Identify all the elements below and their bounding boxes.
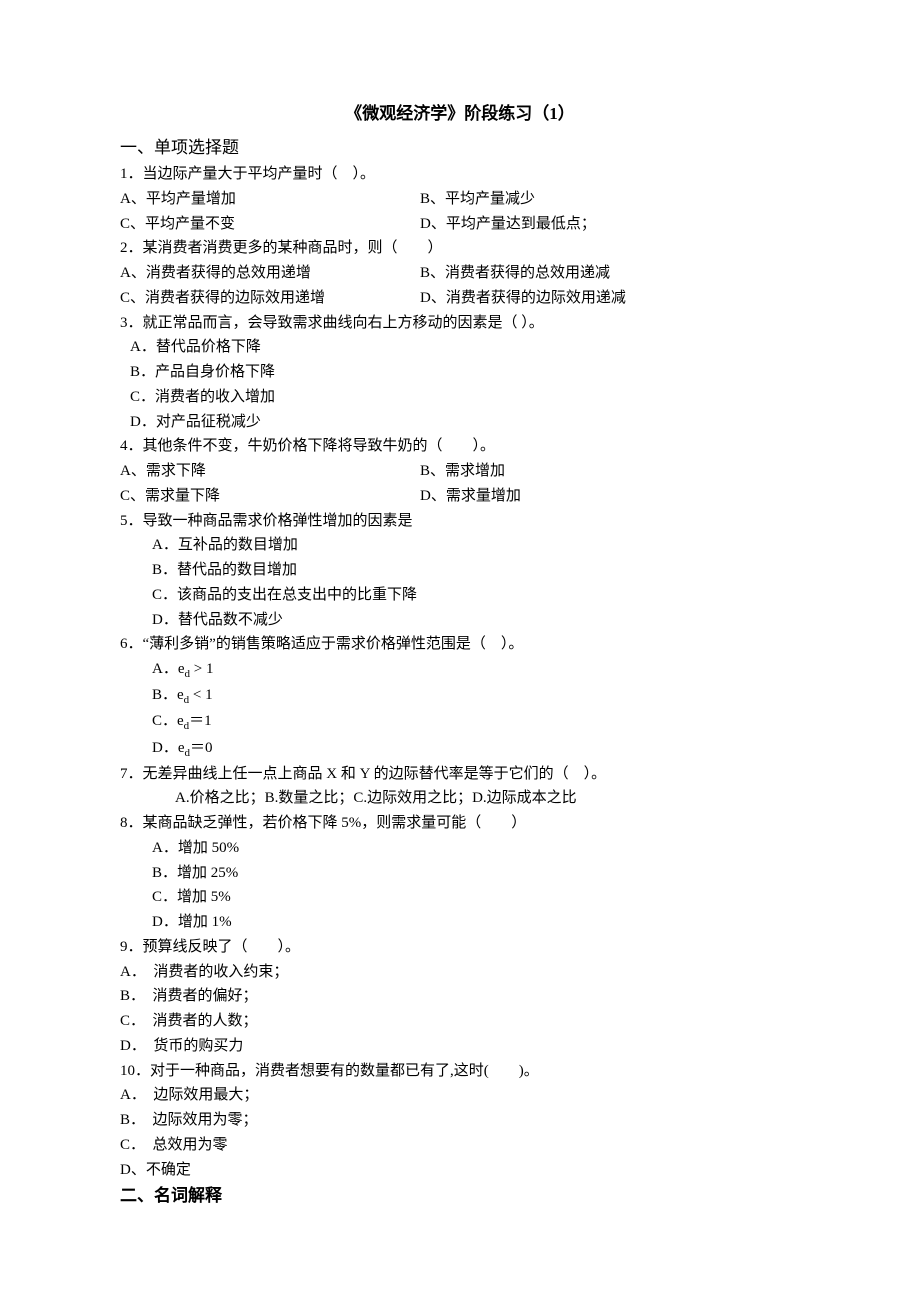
q1-option-b: B、平均产量减少 — [420, 187, 535, 212]
q1-option-d: D、平均产量达到最低点； — [420, 212, 596, 237]
page-title: 《微观经济学》阶段练习（1） — [120, 100, 800, 128]
q6-option-b: B．ed < 1 — [120, 683, 800, 709]
q5-option-d: D．替代品数不减少 — [120, 608, 800, 633]
q5-stem: 5．导致一种商品需求价格弹性增加的因素是 — [120, 509, 800, 534]
q1-stem: 1．当边际产量大于平均产量时（ ）。 — [120, 162, 800, 187]
q10-option-b: B． 边际效用为零； — [120, 1108, 800, 1133]
q4-option-a: A、需求下降 — [120, 459, 420, 484]
q3-option-b: B．产品自身价格下降 — [120, 360, 800, 385]
q9-option-a: A． 消费者的收入约束； — [120, 960, 800, 985]
q4-option-d: D、需求量增加 — [420, 484, 521, 509]
section-2-heading: 二、名词解释 — [120, 1182, 800, 1210]
q2-option-c: C、消费者获得的边际效用递增 — [120, 286, 420, 311]
q3-option-d: D．对产品征税减少 — [120, 410, 800, 435]
q9-option-b: B． 消费者的偏好； — [120, 984, 800, 1009]
q3-option-a: A．替代品价格下降 — [120, 335, 800, 360]
q8-stem: 8．某商品缺乏弹性，若价格下降 5%，则需求量可能（ ） — [120, 811, 800, 836]
q9-option-c: C． 消费者的人数； — [120, 1009, 800, 1034]
q10-option-d: D、不确定 — [120, 1158, 800, 1183]
q9-option-d: D． 货币的购买力 — [120, 1034, 800, 1059]
q10-option-c: C． 总效用为零 — [120, 1133, 800, 1158]
q6-option-d: D．ed＝0 — [120, 736, 800, 762]
q8-option-b: B．增加 25% — [120, 861, 800, 886]
q3-stem: 3．就正常品而言，会导致需求曲线向右上方移动的因素是（ ）。 — [120, 311, 800, 336]
q9-stem: 9．预算线反映了（ ）。 — [120, 935, 800, 960]
q5-option-c: C．该商品的支出在总支出中的比重下降 — [120, 583, 800, 608]
q2-option-b: B、消费者获得的总效用递减 — [420, 261, 610, 286]
q6-stem: 6．“薄利多销”的销售策略适应于需求价格弹性范围是（ ）。 — [120, 632, 800, 657]
q5-option-b: B．替代品的数目增加 — [120, 558, 800, 583]
q2-stem: 2．某消费者消费更多的某种商品时，则（ ） — [120, 236, 800, 261]
q10-stem: 10．对于一种商品，消费者想要有的数量都已有了,这时( )。 — [120, 1059, 800, 1084]
q2-option-a: A、消费者获得的总效用递增 — [120, 261, 420, 286]
q6-option-c: C．ed＝1 — [120, 709, 800, 735]
q8-option-c: C．增加 5% — [120, 885, 800, 910]
section-1-heading: 一、单项选择题 — [120, 134, 800, 162]
q7-options: A.价格之比；B.数量之比；C.边际效用之比；D.边际成本之比 — [120, 786, 800, 811]
q10-option-a: A． 边际效用最大； — [120, 1083, 800, 1108]
q4-option-b: B、需求增加 — [420, 459, 505, 484]
q8-option-d: D．增加 1% — [120, 910, 800, 935]
q4-option-c: C、需求量下降 — [120, 484, 420, 509]
q6-option-a: A．ed > 1 — [120, 657, 800, 683]
q4-stem: 4．其他条件不变，牛奶价格下降将导致牛奶的（ ）。 — [120, 434, 800, 459]
q7-stem: 7．无差异曲线上任一点上商品 X 和 Y 的边际替代率是等于它们的（ ）。 — [120, 762, 800, 787]
q2-option-d: D、消费者获得的边际效用递减 — [420, 286, 626, 311]
q1-option-c: C、平均产量不变 — [120, 212, 420, 237]
q8-option-a: A．增加 50% — [120, 836, 800, 861]
q1-option-a: A、平均产量增加 — [120, 187, 420, 212]
q5-option-a: A．互补品的数目增加 — [120, 533, 800, 558]
q3-option-c: C．消费者的收入增加 — [120, 385, 800, 410]
